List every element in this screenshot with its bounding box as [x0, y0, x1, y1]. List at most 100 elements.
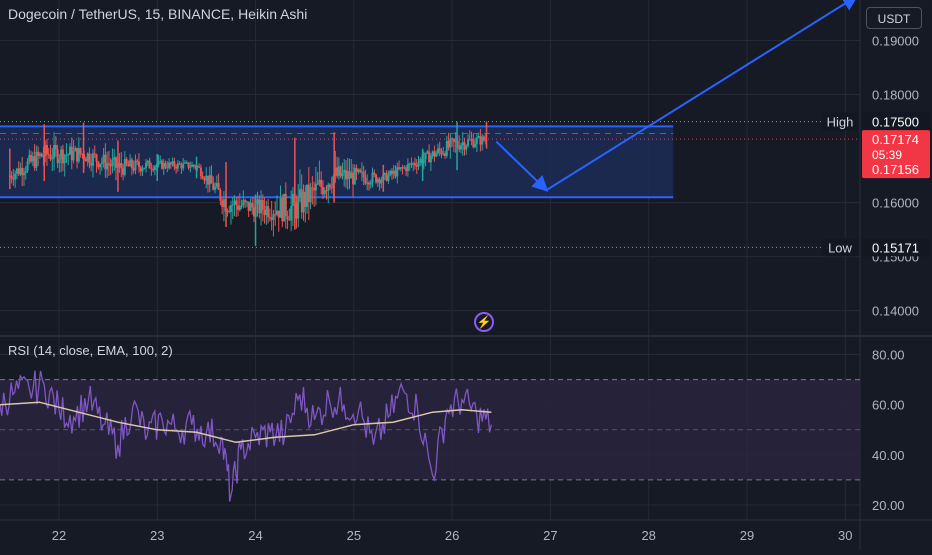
candle-body — [74, 148, 77, 152]
candle-body — [320, 179, 323, 188]
candle-body — [419, 159, 422, 163]
candle-body — [389, 170, 392, 176]
candle-body — [360, 171, 363, 173]
candle-body — [65, 154, 68, 156]
candle-body — [139, 167, 142, 172]
candle-body — [444, 153, 447, 156]
candle-body — [244, 200, 247, 202]
candle-body — [152, 169, 155, 171]
candle-body — [247, 201, 250, 211]
candle-body — [93, 153, 96, 155]
candle-body — [371, 172, 374, 183]
candle-body — [479, 136, 482, 145]
chart-title: Dogecoin / TetherUS, 15, BINANCE, Heikin… — [8, 6, 308, 22]
rsi-y-tick-label: 60.00 — [872, 398, 905, 413]
candle-body — [344, 169, 347, 180]
candle-body — [281, 198, 284, 222]
candle-body — [79, 148, 82, 155]
rsi-y-tick-label: 20.00 — [872, 498, 905, 513]
candle-body — [201, 176, 204, 179]
candle-body — [470, 139, 473, 141]
candle-body — [327, 184, 330, 191]
candle-body — [451, 138, 454, 140]
low-marker-label: Low — [828, 240, 852, 255]
low-marker-value: 0.15171 — [872, 240, 919, 255]
candle-body — [279, 198, 282, 218]
candle-body — [19, 167, 22, 175]
candle-body — [68, 146, 71, 155]
candle-body — [150, 168, 153, 170]
candle-body — [258, 199, 261, 214]
candle-body — [33, 156, 36, 168]
candle-body — [376, 179, 379, 183]
candle-body — [26, 161, 29, 171]
candle-body — [70, 146, 73, 161]
candle-body — [396, 167, 399, 177]
candle-body — [51, 158, 54, 160]
candle-body — [459, 145, 462, 150]
candle-body — [198, 166, 201, 168]
candle-body — [109, 164, 112, 167]
candle-body — [56, 149, 59, 164]
candle-body — [130, 159, 133, 169]
y-tick-label: 0.19000 — [872, 34, 919, 49]
candle-body — [229, 205, 232, 212]
candle-body — [378, 179, 381, 184]
candle-body — [449, 138, 452, 148]
candle-body — [132, 168, 135, 171]
candle-body — [274, 214, 277, 216]
candle-body — [339, 166, 342, 177]
candle-body — [390, 170, 393, 175]
candle-body — [475, 137, 478, 144]
candle-body — [205, 175, 208, 181]
candle-body — [114, 157, 117, 168]
candle-body — [406, 164, 409, 172]
candle-body — [263, 209, 266, 216]
price-chart[interactable]: 22 23 24 25 26 27 28 29 30 0.19000 0.18000 0.16000 0… — [0, 0, 932, 550]
up-arrow[interactable] — [544, 0, 859, 192]
candle-body — [88, 153, 91, 164]
candle-body — [233, 200, 236, 205]
candle-body — [215, 183, 218, 187]
candle-body — [286, 215, 289, 220]
high-marker-label: High — [827, 115, 854, 130]
candle-body — [178, 163, 181, 165]
candle-body — [447, 140, 450, 148]
candle-body — [185, 162, 188, 164]
candle-body — [63, 155, 66, 164]
x-tick-label: 25 — [347, 528, 361, 543]
candle-body — [436, 148, 439, 154]
y-tick-label: 0.18000 — [872, 88, 919, 103]
candle-body — [329, 184, 332, 188]
y-tick-label: 0.16000 — [872, 196, 919, 211]
lightning-icon[interactable]: ⚡ — [474, 312, 494, 332]
candle-body — [106, 163, 109, 170]
candle-body — [343, 169, 346, 174]
candle-body — [341, 173, 344, 177]
candle-body — [183, 162, 186, 164]
candle-body — [175, 166, 178, 169]
candle-body — [159, 160, 162, 162]
candle-body — [72, 151, 75, 161]
candle-body — [31, 156, 34, 162]
candle-body — [288, 219, 291, 221]
candle-body — [357, 169, 360, 172]
candle-body — [314, 183, 317, 191]
candle-body — [467, 139, 470, 146]
candle-body — [336, 167, 339, 176]
candle-body — [482, 136, 485, 141]
currency-button[interactable]: USDT — [866, 7, 922, 29]
candle-body — [24, 170, 27, 173]
x-tick-label: 24 — [248, 528, 262, 543]
candle-body — [168, 162, 171, 169]
candle-body — [60, 149, 63, 160]
candle-body — [91, 153, 94, 166]
candle-body — [442, 153, 445, 155]
candle-body — [212, 183, 215, 190]
candle-body — [122, 168, 125, 175]
candle-body — [383, 173, 386, 175]
x-tick-label: 29 — [740, 528, 754, 543]
candle-body — [113, 157, 116, 161]
candle-body — [428, 151, 431, 163]
candle-body — [37, 151, 40, 156]
